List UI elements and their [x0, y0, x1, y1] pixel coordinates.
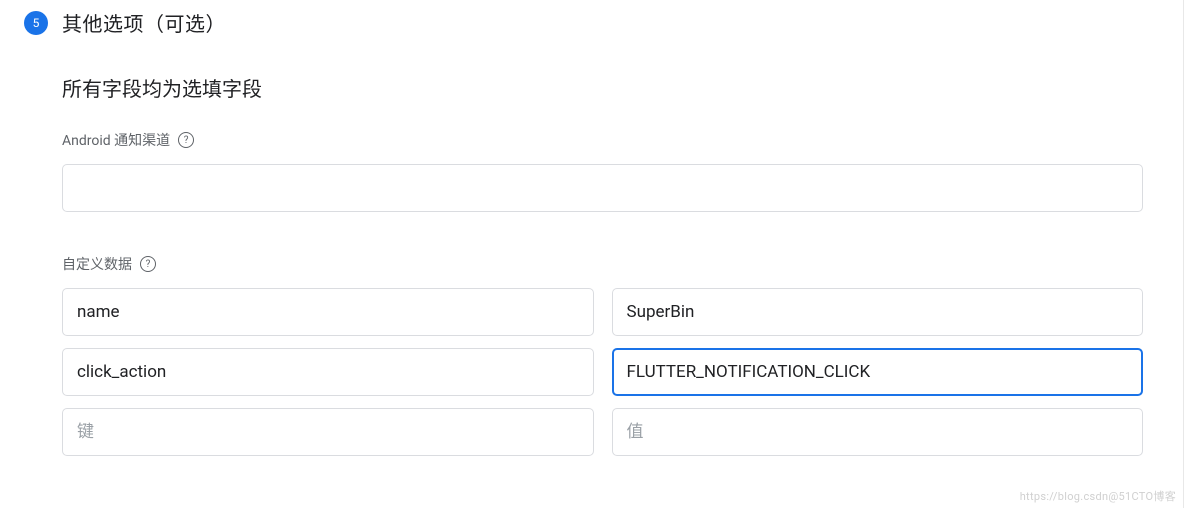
custom-data-label-text: 自定义数据	[62, 254, 132, 274]
custom-data-label: 自定义数据 ?	[62, 254, 1143, 274]
android-channel-label: Android 通知渠道 ?	[62, 130, 1143, 150]
kv-row	[62, 408, 1143, 456]
step-header: 5 其他选项（可选）	[0, 8, 1183, 37]
android-channel-label-text: Android 通知渠道	[62, 130, 170, 150]
watermark: https://blog.csdn@51CTO博客	[1020, 488, 1176, 504]
android-channel-field-group: Android 通知渠道 ?	[62, 130, 1143, 212]
android-channel-input[interactable]	[62, 164, 1143, 212]
step-title: 其他选项（可选）	[62, 8, 226, 37]
kv-row	[62, 288, 1143, 336]
kv-key-input[interactable]	[62, 348, 594, 396]
help-icon[interactable]: ?	[140, 256, 156, 272]
kv-value-input[interactable]	[612, 408, 1144, 456]
kv-key-input[interactable]	[62, 288, 594, 336]
kv-row	[62, 348, 1143, 396]
form-container: 5 其他选项（可选） 所有字段均为选填字段 Android 通知渠道 ? 自定义…	[0, 0, 1184, 508]
step-number-badge: 5	[24, 11, 48, 35]
section-heading: 所有字段均为选填字段	[62, 73, 1143, 102]
form-content: 所有字段均为选填字段 Android 通知渠道 ? 自定义数据 ?	[0, 73, 1183, 456]
help-icon[interactable]: ?	[178, 132, 194, 148]
kv-value-input[interactable]	[612, 288, 1144, 336]
kv-value-input[interactable]	[612, 348, 1144, 396]
custom-data-section: 自定义数据 ?	[62, 254, 1143, 456]
kv-key-input[interactable]	[62, 408, 594, 456]
